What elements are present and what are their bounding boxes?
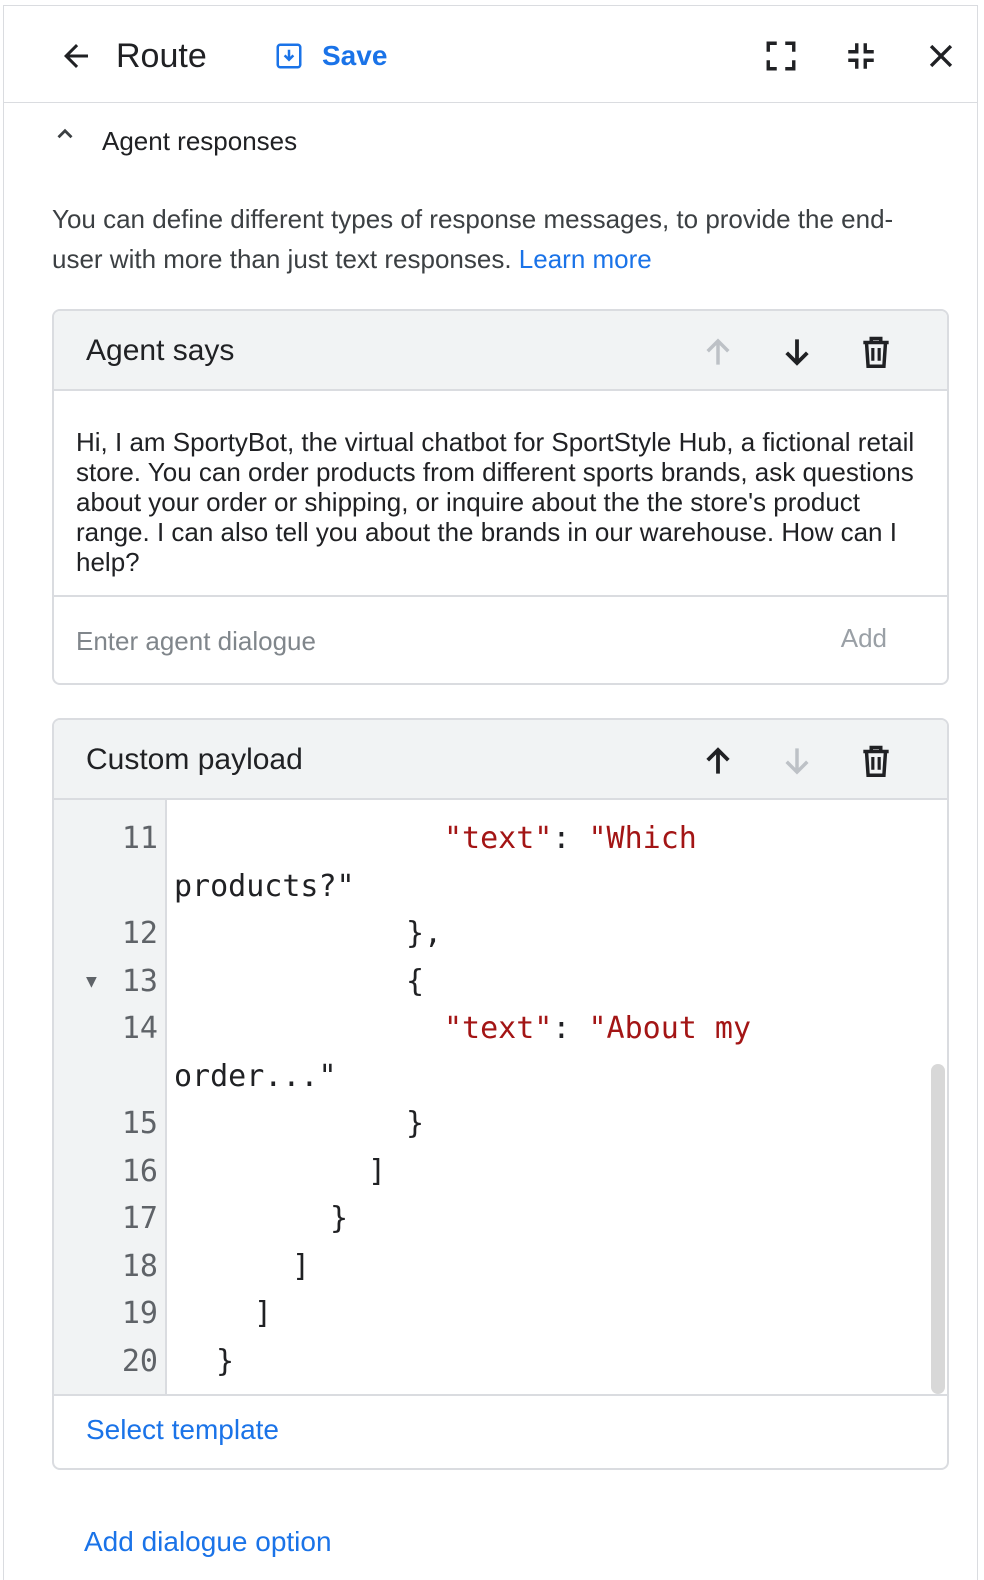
line-number: 17 — [121, 1201, 158, 1236]
code-line: 20 } — [54, 1338, 947, 1386]
agent-dialogue-input[interactable] — [76, 619, 776, 663]
code-line: 16 ] — [54, 1148, 947, 1196]
line-number: 20 — [121, 1344, 158, 1379]
code-line: ▼ 13 { — [54, 958, 947, 1006]
json-value: "About my — [588, 1011, 752, 1046]
agent-says-title: Agent says — [86, 334, 235, 367]
delete-button[interactable] — [855, 740, 897, 782]
code-line: 12 }, — [54, 910, 947, 958]
arrow-back-icon — [64, 44, 88, 68]
code-text: } — [216, 1344, 235, 1379]
move-down-button[interactable] — [776, 331, 818, 373]
close-icon — [929, 44, 953, 68]
custom-payload-title: Custom payload — [86, 743, 303, 776]
panel-header: Route Save — [4, 6, 977, 103]
arrow-up-icon — [706, 338, 730, 365]
code-line: 11 "text": "Which — [54, 815, 947, 863]
description-text: You can define different types of respon… — [52, 204, 894, 274]
arrow-up-icon — [706, 747, 730, 774]
json-sep: : — [552, 821, 589, 856]
code-text: { — [406, 964, 425, 999]
code-line: 18 ] — [54, 1243, 947, 1291]
trash-icon — [863, 336, 889, 368]
agent-says-header: Agent says — [54, 311, 947, 391]
line-number: 16 — [121, 1154, 158, 1189]
dialogue-input-row: Add — [54, 597, 947, 683]
agent-responses-toggle[interactable]: Agent responses — [50, 119, 297, 163]
line-number: 14 — [121, 1011, 158, 1046]
learn-more-link[interactable]: Learn more — [519, 244, 652, 274]
line-number: 15 — [121, 1106, 158, 1141]
code-text: "text": "About my — [444, 1005, 751, 1053]
code-line-wrap: order..." — [54, 1053, 947, 1101]
trash-icon — [863, 745, 889, 777]
chevron-up-icon — [50, 119, 80, 149]
code-line: 19 ] — [54, 1290, 947, 1338]
section-description: You can define different types of respon… — [52, 199, 932, 279]
json-value: "Which — [588, 821, 697, 856]
collapse-icon — [848, 43, 874, 69]
code-text: } — [406, 1106, 425, 1141]
code-line: 17 } — [54, 1195, 947, 1243]
code-line: 14 "text": "About my — [54, 1005, 947, 1053]
fullscreen-button[interactable] — [761, 36, 801, 76]
line-number: 12 — [121, 916, 158, 951]
line-number: 11 — [121, 821, 158, 856]
move-up-button[interactable] — [697, 740, 739, 782]
code-text: "text": "Which — [444, 815, 697, 863]
line-number: 19 — [121, 1296, 158, 1331]
save-button[interactable]: Save — [274, 36, 387, 76]
arrow-down-icon — [785, 748, 809, 775]
code-editor[interactable]: 11 "text": "Which products?" 12 }, ▼ 13 … — [54, 800, 947, 1396]
select-template-button[interactable]: Select template — [86, 1414, 279, 1446]
code-text: ] — [292, 1249, 311, 1284]
add-dialogue-option-button[interactable]: Add dialogue option — [84, 1526, 332, 1558]
json-sep: : — [552, 1011, 589, 1046]
template-row: Select template — [54, 1396, 947, 1468]
code-text: }, — [406, 916, 443, 951]
json-key: "text" — [444, 1011, 553, 1046]
editor-scrollbar[interactable] — [931, 1064, 945, 1394]
custom-payload-header: Custom payload — [54, 720, 947, 800]
code-text: } — [330, 1201, 349, 1236]
page-title: Route — [116, 37, 207, 75]
json-key: "text" — [444, 821, 553, 856]
add-dialogue-button[interactable]: Add — [841, 623, 887, 654]
route-panel: Route Save Agent responses You can defin… — [3, 5, 978, 1580]
json-value: products?" — [174, 869, 355, 904]
code-line: 15 } — [54, 1100, 947, 1148]
fullscreen-icon — [766, 41, 796, 71]
move-down-button[interactable] — [776, 740, 818, 782]
line-number: 18 — [121, 1249, 158, 1284]
agent-response-text[interactable]: Hi, I am SportyBot, the virtual chatbot … — [54, 391, 947, 597]
save-icon — [276, 43, 302, 69]
arrow-down-icon — [785, 339, 809, 366]
json-value: order..." — [174, 1059, 337, 1094]
code-line-wrap: products?" — [54, 863, 947, 911]
line-number: 13 — [121, 964, 158, 999]
delete-button[interactable] — [855, 331, 897, 373]
move-up-button[interactable] — [697, 331, 739, 373]
code-text: ] — [368, 1154, 387, 1189]
back-button[interactable] — [56, 36, 96, 76]
close-button[interactable] — [921, 36, 961, 76]
custom-payload-card: Custom payload 11 "text": "Which product… — [52, 718, 949, 1470]
agent-says-card: Agent says Hi, I am SportyBot, the virtu… — [52, 309, 949, 685]
section-title: Agent responses — [102, 125, 298, 156]
save-label: Save — [322, 40, 388, 71]
collapse-button[interactable] — [841, 36, 881, 76]
code-text: ] — [254, 1296, 273, 1331]
